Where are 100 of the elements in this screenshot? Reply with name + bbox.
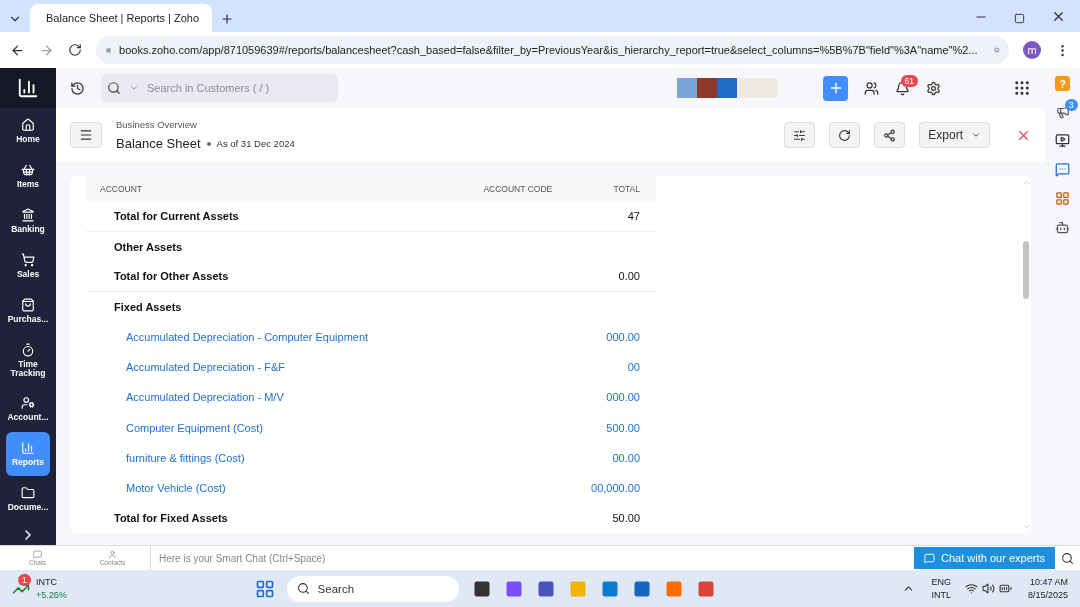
language-indicator[interactable]: ENG INTL [931, 576, 951, 601]
app-icon[interactable] [536, 579, 555, 598]
sidebar-item[interactable]: Reports [6, 432, 50, 476]
browser-tab[interactable]: Balance Sheet | Reports | Zoho [30, 4, 212, 32]
add-button[interactable] [823, 75, 848, 101]
search-icon[interactable] [1061, 551, 1074, 565]
sidebar-item[interactable]: Purchas... [6, 289, 50, 333]
app-icon[interactable] [632, 579, 651, 598]
column-header: ACCOUNT [100, 183, 144, 194]
total-label: Total for Other Assets [114, 270, 230, 283]
breadcrumb: Business Overview [116, 119, 198, 130]
basket-icon [21, 163, 35, 178]
sidebar-item[interactable]: Items [6, 154, 50, 198]
start-icon[interactable] [254, 578, 275, 599]
settings-icon[interactable] [926, 80, 941, 96]
amount: 50.00 [612, 512, 640, 524]
chat-experts-button[interactable]: Chat with our experts [914, 547, 1055, 569]
battery-icon[interactable] [998, 582, 1012, 595]
person-icon [108, 550, 117, 559]
updates-badge: 3 [1064, 99, 1078, 111]
amount: 000.00 [606, 331, 640, 344]
search-icon [296, 582, 310, 595]
amount: 47 [627, 210, 640, 223]
grid-icon[interactable] [1055, 191, 1070, 206]
bot-icon[interactable] [1055, 220, 1070, 235]
customize-button[interactable] [784, 122, 816, 148]
total-label: Total for Fixed Assets [114, 512, 229, 524]
amount: 0.00 [618, 270, 640, 283]
folder-icon [21, 486, 35, 501]
caret-icon [129, 83, 139, 93]
account-link[interactable]: Accumulated Depreciation - F&F [126, 361, 628, 374]
wifi-icon[interactable] [964, 582, 978, 595]
users-icon[interactable] [864, 80, 879, 96]
close-icon[interactable] [1051, 9, 1066, 24]
sidebar-item[interactable]: Time Tracking [6, 334, 50, 386]
search-field[interactable]: Search in Customers ( / ) [101, 74, 338, 102]
chat-icon[interactable] [1055, 162, 1070, 177]
account-link[interactable]: Motor Vehicle (Cost) [126, 481, 592, 494]
history-icon[interactable] [70, 80, 85, 96]
forward-icon[interactable] [39, 42, 54, 58]
taskbar-search[interactable]: Search [286, 575, 459, 602]
bar-chart-icon [21, 441, 35, 456]
bag-icon [21, 298, 35, 313]
stopwatch-icon [21, 342, 35, 357]
share-button[interactable] [874, 122, 906, 148]
restore-icon[interactable] [1014, 13, 1025, 24]
group-heading: Other Assets [114, 240, 184, 253]
app-icon[interactable] [472, 579, 491, 598]
total-label: Total for Current Assets [114, 210, 240, 223]
refresh-button[interactable] [829, 122, 861, 148]
column-header: ACCOUNT CODE [483, 183, 554, 194]
sidebar-item[interactable]: Banking [6, 199, 50, 243]
chat-icon [924, 552, 936, 564]
account-link[interactable]: Computer Equipment (Cost) [126, 421, 607, 434]
refresh-icon [838, 128, 852, 142]
stock-badge: 1 [18, 573, 31, 586]
video-icon[interactable] [1055, 133, 1070, 148]
report-date: As of 31 Dec 2024 [216, 138, 295, 149]
sliders-icon [793, 128, 807, 142]
scrollbar-thumb[interactable] [1023, 240, 1029, 299]
profile-avatar[interactable]: m [1023, 41, 1041, 59]
group-heading: Fixed Assets [114, 301, 183, 314]
caret-icon [971, 130, 981, 140]
menu-button[interactable] [70, 122, 102, 148]
reload-icon[interactable] [68, 43, 82, 57]
menu-icon [79, 128, 93, 142]
home-icon [21, 118, 35, 133]
sidebar-item[interactable]: Home [6, 109, 50, 153]
amount: 00.00 [612, 451, 640, 464]
clock-date: 8/15/2025 [1027, 588, 1068, 601]
account-link[interactable]: Accumulated Depreciation - Computer Equipment [126, 331, 607, 344]
export-button[interactable]: Export [919, 122, 990, 148]
account-link[interactable]: Accumulated Depreciation - M/V [126, 391, 607, 404]
notification-badge: 61 [900, 74, 918, 87]
amount: 00 [627, 361, 640, 374]
clock-time: 10:47 AM [1029, 576, 1068, 589]
address-bar[interactable]: books.zoho.com/app/871059639#/reports/balancesheet?cash_based=false&filter_by=PreviousYear&is_hierarchy_report=true&select_columns=%5B%7B"field"%3A"name"%2... [96, 36, 1009, 64]
amount: 000.00 [606, 391, 640, 404]
column-header: TOTAL [613, 183, 640, 194]
apps-icon[interactable] [1013, 79, 1031, 97]
sidebar-item[interactable]: Docume... [6, 477, 50, 521]
back-icon[interactable] [10, 42, 25, 58]
stock-symbol: INTC [36, 576, 57, 589]
dot-icon [206, 141, 211, 146]
bank-icon [21, 208, 35, 223]
chat-icon [33, 550, 42, 559]
megaphone-icon[interactable] [1055, 105, 1070, 119]
sidebar-item[interactable]: Account... [6, 387, 50, 431]
amount: 500.00 [606, 421, 640, 434]
volume-icon[interactable] [981, 582, 995, 595]
new-tab-icon[interactable] [220, 12, 234, 26]
user-gear-icon [21, 396, 35, 411]
sidebar-item[interactable]: Sales [6, 244, 50, 288]
report-title: Balance Sheet [116, 136, 201, 151]
share-icon [883, 128, 897, 142]
cart-icon [21, 253, 35, 268]
search-icon [107, 81, 121, 95]
stock-change: +5.26% [36, 588, 67, 601]
amount: 00,000.00 [591, 481, 640, 494]
account-link[interactable]: furniture & fittings (Cost) [126, 451, 613, 464]
